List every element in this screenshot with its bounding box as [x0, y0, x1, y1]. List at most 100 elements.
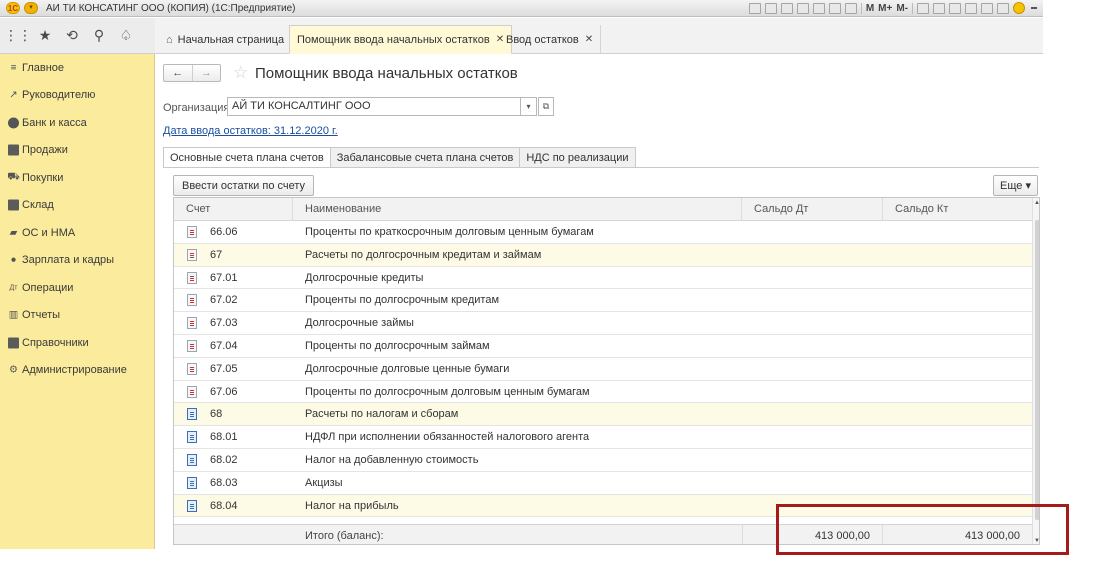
tab-balance-assistant[interactable]: Помощник ввода начальных остатков ✕	[289, 25, 513, 54]
table-row[interactable]: 67.04 Проценты по долгосрочным займам	[174, 335, 1032, 358]
balance-date-link[interactable]: Дата ввода остатков: 31.12.2020 г.	[163, 125, 338, 137]
table-row[interactable]: 68.02 Налог на добавленную стоимость	[174, 449, 1032, 472]
sidebar-item-label: Продажи	[22, 144, 68, 157]
copy-icon[interactable]	[917, 2, 929, 14]
preview-icon[interactable]	[780, 2, 793, 14]
account-doc-icon	[187, 248, 197, 261]
search-icon[interactable]: ⚲	[91, 27, 107, 44]
trend-chart-icon: ↗	[9, 89, 18, 101]
table-row[interactable]: 67.06 Проценты по долгосрочным долговым ц…	[174, 381, 1032, 404]
app-logo-icon: 1С	[6, 2, 20, 14]
tab-enter-balances[interactable]: Ввод остатков ✕	[499, 25, 602, 54]
column-header-name[interactable]: Наименование	[293, 198, 742, 221]
table-row[interactable]: 68.01 НДФЛ при исполнении обязанностей на…	[174, 426, 1032, 449]
sidebar-item-sales[interactable]: Продажи	[0, 137, 154, 165]
history-icon[interactable]: ⟲	[64, 27, 80, 44]
enter-balances-button[interactable]: Ввести остатки по счету	[173, 175, 315, 196]
account-doc-icon	[187, 271, 197, 284]
close-icon[interactable]: ✕	[585, 34, 593, 45]
panel-icon[interactable]	[997, 2, 1009, 14]
dropdown-icon[interactable]: ▾	[521, 97, 537, 116]
account-code: 67.06	[210, 385, 238, 398]
table-row[interactable]: 67 Расчеты по долгосрочным кредитам и зай…	[174, 243, 1032, 267]
account-doc-icon	[187, 431, 197, 444]
print-icon[interactable]	[764, 2, 777, 14]
sidebar-item-main[interactable]: ≡ Главное	[0, 54, 154, 82]
table-row[interactable]: 66.06 Проценты по краткосрочным долговым …	[174, 221, 1032, 244]
tab-home-page[interactable]: ⌂ Начальная страница	[159, 25, 293, 54]
apps-grid-icon[interactable]: ⋮⋮	[4, 27, 32, 44]
column-header-account[interactable]: Счет	[174, 198, 293, 221]
table-row[interactable]: 67.02 Проценты по долгосрочным кредитам	[174, 289, 1032, 313]
table-row[interactable]: 67.01 Долгосрочные кредиты	[174, 267, 1032, 290]
tab-main-accounts[interactable]: Основные счета плана счетов	[163, 147, 331, 168]
account-code: 68.02	[210, 454, 238, 466]
minimize-icon[interactable]	[1031, 7, 1037, 9]
redo-icon[interactable]	[965, 2, 977, 14]
sidebar-item-payroll[interactable]: ● Зарплата и кадры	[0, 247, 154, 275]
column-header-credit[interactable]: Сальдо Кт	[883, 198, 1032, 221]
table-icon[interactable]	[828, 2, 841, 14]
sidebar-item-label: Покупки	[22, 171, 64, 184]
paste-icon[interactable]	[933, 2, 945, 14]
info-icon[interactable]	[1013, 2, 1025, 14]
account-code: 67.05	[210, 362, 238, 375]
table-row[interactable]: 67.03 Долгосрочные займы	[174, 312, 1032, 335]
favorite-star-icon[interactable]: ☆	[233, 63, 248, 83]
mail-icon[interactable]	[796, 2, 809, 14]
column-header-debit[interactable]: Сальдо Дт	[742, 198, 883, 221]
organization-field[interactable]: АЙ ТИ КОНСАЛТИНГ ООО	[227, 97, 521, 116]
calendar-icon[interactable]	[844, 2, 857, 14]
section-icons-bar: ⋮⋮ ★ ⟲ ⚲ ♤	[0, 18, 155, 54]
sidebar-item-label: Отчеты	[22, 309, 61, 322]
notifications-bell-icon[interactable]: ♤	[118, 27, 134, 44]
sidebar-item-manager[interactable]: ↗ Руководителю	[0, 82, 154, 110]
sidebar-item-admin[interactable]: ⚙ Администрирование	[0, 357, 154, 385]
sidebar-item-operations[interactable]: Дт Операции	[0, 274, 154, 302]
window-tabs-bar: ⌂ Начальная страница Помощник ввода нача…	[155, 18, 1043, 54]
more-button[interactable]: Еще ▾	[993, 175, 1038, 196]
dt-kt-icon: Дт	[9, 284, 18, 292]
link-icon[interactable]	[812, 2, 825, 14]
back-button[interactable]: ←	[164, 65, 192, 81]
table-row[interactable]: 68.03 Акцизы	[174, 472, 1032, 495]
undo-icon[interactable]	[949, 2, 961, 14]
save-icon[interactable]	[748, 2, 761, 14]
toolbar-separator	[860, 2, 862, 14]
favorites-star-icon[interactable]: ★	[37, 27, 53, 44]
sidebar-item-bank[interactable]: Банк и касса	[0, 109, 154, 137]
main-menu-button[interactable]: ▾	[24, 2, 38, 14]
book-icon	[8, 337, 19, 349]
tab-offbalance-accounts[interactable]: Забалансовые счета плана счетов	[329, 147, 521, 168]
scroll-up-icon[interactable]: ▲	[1034, 200, 1039, 206]
open-icon[interactable]: ⧉	[538, 97, 554, 116]
sidebar-item-warehouse[interactable]: Склад	[0, 192, 154, 220]
sidebar-item-reports[interactable]: ▥ Отчеты	[0, 302, 154, 330]
table-row[interactable]: 67.05 Долгосрочные долговые ценные бумаги	[174, 358, 1032, 381]
sidebar-item-label: ОС и НМА	[22, 226, 76, 239]
memory-plus-button[interactable]: M+	[878, 3, 892, 14]
zoom-icon[interactable]	[981, 2, 993, 14]
sidebar-item-assets[interactable]: ▰ ОС и НМА	[0, 219, 154, 247]
sidebar-item-label: Банк и касса	[22, 116, 87, 129]
tab-label: Помощник ввода начальных остатков	[297, 33, 490, 46]
home-icon: ⌂	[166, 33, 173, 46]
memory-button[interactable]: M	[866, 3, 874, 14]
sidebar-item-purchases[interactable]: ⛟ Покупки	[0, 164, 154, 192]
table-scrollbar[interactable]: ▲ ▼	[1032, 198, 1039, 544]
table-row[interactable]: 68 Расчеты по налогам и сборам	[174, 403, 1032, 427]
scroll-thumb[interactable]	[1035, 220, 1039, 520]
person-icon: ●	[10, 254, 17, 266]
organization-label: Организация:	[163, 102, 233, 114]
account-name: Проценты по долгосрочным долговым ценным…	[305, 385, 590, 398]
shopping-bag-icon	[8, 144, 19, 156]
tab-vat-sales[interactable]: НДС по реализации	[519, 147, 636, 168]
account-name: Проценты по долгосрочным кредитам	[305, 294, 500, 307]
window-title: АИ ТИ КОНСАТИНГ ООО (КОПИЯ) (1С:Предприя…	[46, 2, 296, 14]
account-name: Проценты по краткосрочным долговым ценны…	[305, 226, 594, 238]
account-name: Долгосрочные кредиты	[305, 271, 424, 284]
account-doc-icon	[187, 226, 197, 238]
forward-button[interactable]: →	[191, 65, 221, 81]
sidebar-item-catalogs[interactable]: Справочники	[0, 329, 154, 357]
memory-minus-button[interactable]: M-	[896, 3, 908, 14]
